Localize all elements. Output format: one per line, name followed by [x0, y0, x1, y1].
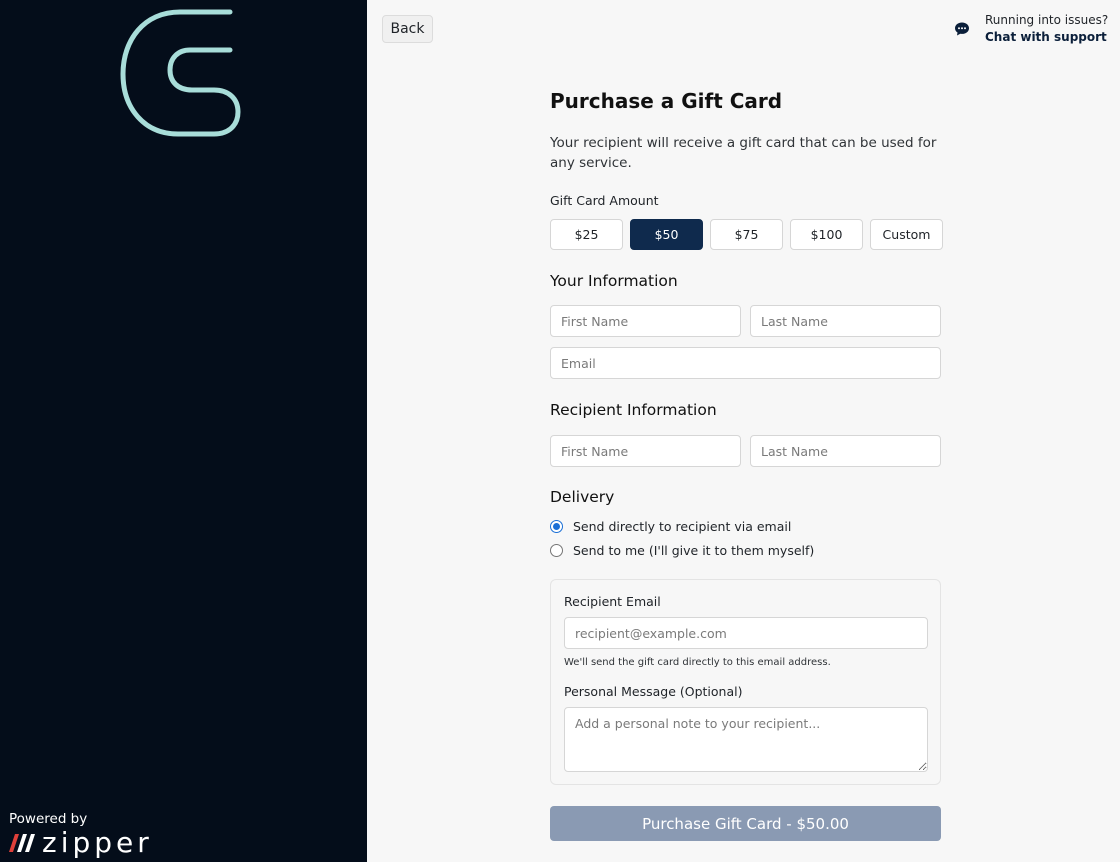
amount-label: Gift Card Amount — [550, 193, 659, 208]
radio-selected[interactable] — [550, 520, 563, 533]
chat-with-support-link[interactable]: Chat with support — [985, 29, 1108, 46]
zipper-logo: zipper — [9, 829, 153, 857]
brand-logo-icon — [120, 9, 241, 137]
purchase-gift-card-button[interactable]: Purchase Gift Card - $50.00 — [550, 806, 941, 841]
recipient-email-input[interactable] — [564, 617, 928, 649]
powered-by-label: Powered by — [9, 811, 88, 827]
chat-bubble-icon — [955, 22, 969, 36]
page-title: Purchase a Gift Card — [550, 89, 783, 113]
personal-message-textarea[interactable] — [564, 707, 928, 772]
sidebar: Powered by zipper — [0, 0, 367, 862]
zipper-wordmark: zipper — [42, 826, 153, 859]
zipper-slashes-icon — [9, 834, 35, 852]
delivery-option-self-label: Send to me (I'll give it to them myself) — [573, 543, 815, 558]
amount-100-button[interactable]: $100 — [790, 219, 863, 250]
personal-message-label: Personal Message (Optional) — [564, 684, 743, 699]
delivery-option-email-label: Send directly to recipient via email — [573, 519, 792, 534]
support-link[interactable]: Running into issues? Chat with support — [954, 12, 1108, 46]
delivery-option-email[interactable]: Send directly to recipient via email — [550, 519, 791, 534]
page-subtitle: Your recipient will receive a gift card … — [550, 135, 937, 171]
recipient-email-label: Recipient Email — [564, 594, 661, 609]
amount-custom-button[interactable]: Custom — [870, 219, 943, 250]
your-information-heading: Your Information — [550, 272, 678, 290]
main-content: Back Running into issues? Chat with supp… — [367, 0, 1120, 862]
radio-unselected[interactable] — [550, 544, 563, 557]
amount-25-button[interactable]: $25 — [550, 219, 623, 250]
delivery-heading: Delivery — [550, 488, 615, 506]
recipient-first-name-input[interactable] — [550, 435, 741, 467]
amount-50-button[interactable]: $50 — [630, 219, 703, 250]
your-email-input[interactable] — [550, 347, 941, 379]
delivery-option-self[interactable]: Send to me (I'll give it to them myself) — [550, 543, 814, 558]
amount-75-button[interactable]: $75 — [710, 219, 783, 250]
recipient-email-hint: We'll send the gift card directly to thi… — [564, 657, 831, 668]
support-question: Running into issues? — [985, 13, 1109, 27]
your-first-name-input[interactable] — [550, 305, 741, 337]
back-button[interactable]: Back — [382, 15, 433, 43]
amount-options: $25 $50 $75 $100 Custom — [550, 219, 943, 250]
recipient-email-panel: Recipient Email We'll send the gift card… — [550, 579, 941, 785]
your-last-name-input[interactable] — [750, 305, 941, 337]
support-text: Running into issues? Chat with support — [985, 12, 1108, 46]
recipient-information-heading: Recipient Information — [550, 401, 717, 419]
recipient-last-name-input[interactable] — [750, 435, 941, 467]
